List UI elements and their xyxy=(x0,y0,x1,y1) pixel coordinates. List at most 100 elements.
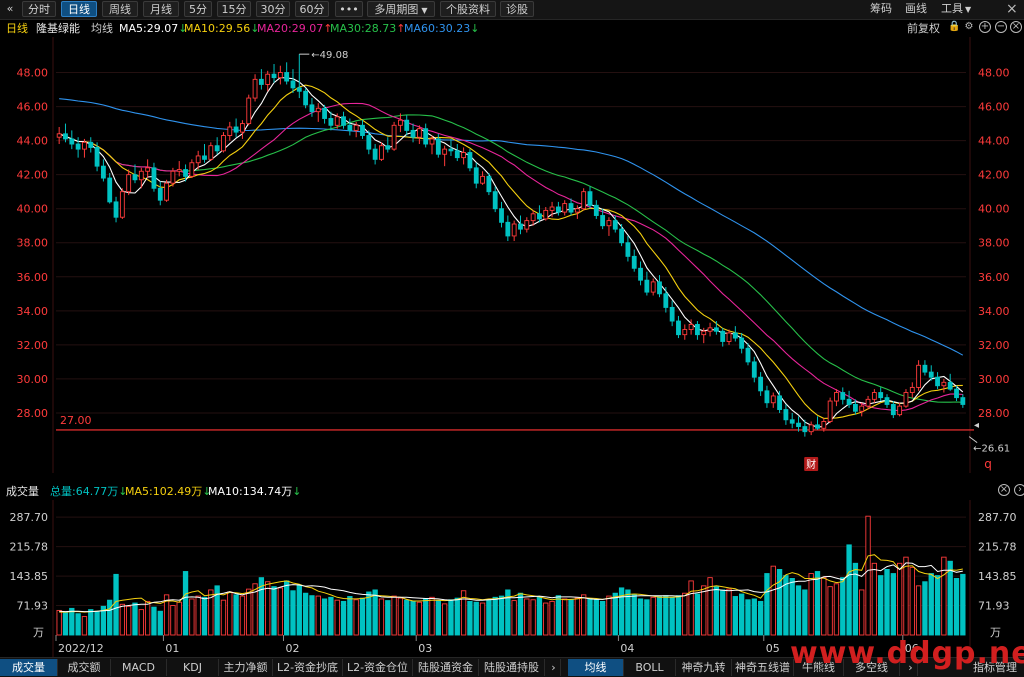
close-volume-icon[interactable]: × xyxy=(998,484,1010,496)
tab-magic-five[interactable]: 神奇五线谱 xyxy=(732,659,794,676)
price-tick-label-left: 30.00 xyxy=(17,373,49,386)
back-button[interactable]: « xyxy=(2,1,18,17)
avg-line-label[interactable]: 均线 xyxy=(91,20,113,37)
candle-body xyxy=(366,135,372,150)
top-toolbar: « 分时 日线 周线 月线 5分 15分 30分 60分 ••• 多周期图 ▼ 个… xyxy=(0,0,1024,20)
candle-body xyxy=(423,128,429,145)
candle-body xyxy=(63,133,68,140)
volume-bar xyxy=(915,585,922,636)
volume-bar xyxy=(176,601,182,636)
tools-menu[interactable]: 工具 ▼ xyxy=(941,1,971,17)
candle-body xyxy=(581,191,587,210)
volume-bar xyxy=(833,583,840,636)
volume-bar xyxy=(132,602,138,636)
volume-ma10-arrow: ↓ xyxy=(292,485,302,498)
volume-bar xyxy=(81,616,88,636)
volume-bar xyxy=(271,586,277,636)
more-icon[interactable]: › xyxy=(1014,484,1024,496)
period-daily-tab[interactable]: 日线 xyxy=(61,1,97,17)
period-minute-tab[interactable]: 分时 xyxy=(22,1,56,17)
candle-body xyxy=(688,323,694,331)
tab-ma-overlay[interactable]: 均线 xyxy=(568,659,624,676)
candle-body xyxy=(119,191,125,218)
chevron-down-icon: ▼ xyxy=(421,6,428,15)
candle-body xyxy=(562,203,568,213)
price-tick-label-right: 46.00 xyxy=(978,101,1010,114)
candle-body xyxy=(372,148,378,160)
candle-body xyxy=(789,419,795,424)
high-mark-label: ←49.08 xyxy=(311,50,348,61)
lock-icon[interactable]: 🔒 xyxy=(948,21,960,33)
volume-bar xyxy=(530,599,536,636)
volume-chart[interactable]: 287.70 287.70 215.78 215.78 143.85 143.85 71.9… xyxy=(0,500,1024,657)
volume-bar xyxy=(764,573,770,636)
tab-northbound-holdings[interactable]: 陆股通持股 xyxy=(479,659,545,676)
price-tick-label-left: 42.00 xyxy=(17,169,49,182)
tab-l2-position[interactable]: L2-资金仓位 xyxy=(343,659,413,676)
tab-magic-nine[interactable]: 神奇九转 xyxy=(676,659,732,676)
period-5min-tab[interactable]: 5分 xyxy=(184,1,212,17)
price-tick-label-right: 28.00 xyxy=(978,407,1010,420)
tab-turnover[interactable]: 成交额 xyxy=(58,659,111,676)
tab-volume[interactable]: 成交量 xyxy=(0,659,58,676)
close-icon[interactable]: × xyxy=(1006,1,1018,17)
period-weekly-tab[interactable]: 周线 xyxy=(102,1,138,17)
volume-bar xyxy=(568,599,574,636)
volume-bar xyxy=(467,600,473,636)
volume-bar xyxy=(138,609,144,636)
finance-marker-label: 财 xyxy=(806,458,816,471)
candle-body xyxy=(587,191,593,206)
zoom-in-icon[interactable]: + xyxy=(979,21,991,33)
period-monthly-tab[interactable]: 月线 xyxy=(143,1,179,17)
candle-body xyxy=(69,138,75,145)
volume-bar xyxy=(353,599,359,636)
multi-period-dropdown[interactable]: 多周期图 ▼ xyxy=(367,1,435,17)
volume-bar xyxy=(738,593,745,636)
candle-body xyxy=(233,126,239,133)
gear-icon[interactable]: ⚙ xyxy=(963,21,975,33)
tab-boll[interactable]: BOLL xyxy=(624,659,676,676)
price-tick-label-left: 28.00 xyxy=(17,407,49,420)
period-15min-tab[interactable]: 15分 xyxy=(217,1,251,17)
volume-bar xyxy=(802,589,808,636)
chips-button[interactable]: 筹码 xyxy=(870,1,892,17)
tab-l2-bottom-fishing[interactable]: L2-资金抄底 xyxy=(273,659,343,676)
tab-northbound-funds[interactable]: 陆股通资金 xyxy=(413,659,479,676)
candle-body xyxy=(732,332,738,339)
close-panel-icon[interactable]: × xyxy=(1010,21,1022,33)
volume-bar xyxy=(890,573,896,636)
candle-body xyxy=(435,138,441,155)
diagnose-button[interactable]: 诊股 xyxy=(500,1,534,17)
volume-bar xyxy=(896,562,903,636)
tab-macd[interactable]: MACD xyxy=(111,659,167,676)
volume-bar xyxy=(423,598,429,636)
stock-profile-button[interactable]: 个股资料 xyxy=(440,1,496,17)
candle-body xyxy=(695,323,700,336)
period-30min-tab[interactable]: 30分 xyxy=(256,1,290,17)
tab-kdj[interactable]: KDJ xyxy=(167,659,219,676)
ma30-line xyxy=(58,114,963,403)
candle-body xyxy=(303,90,309,106)
volume-bar xyxy=(454,597,460,636)
zoom-out-icon[interactable]: − xyxy=(995,21,1007,33)
volume-bar xyxy=(593,599,599,636)
volume-bar xyxy=(151,606,157,636)
volume-bar xyxy=(126,605,132,636)
draw-line-button[interactable]: 画线 xyxy=(905,1,927,17)
volume-bar xyxy=(827,586,833,636)
volume-bar xyxy=(884,569,890,636)
candle-body xyxy=(777,395,782,411)
price-chart[interactable]: 48.00 48.00 46.00 46.00 44.00 44.00 42.00 42.00… xyxy=(0,37,1024,475)
candle-body xyxy=(410,129,416,138)
volume-bar xyxy=(587,598,593,636)
more-periods-button[interactable]: ••• xyxy=(335,1,363,17)
price-tick-label-right: 34.00 xyxy=(978,305,1010,318)
period-60min-tab[interactable]: 60分 xyxy=(295,1,329,17)
volume-bar xyxy=(574,597,581,636)
volume-bar xyxy=(612,592,618,636)
tabs-scroll-right[interactable]: › xyxy=(547,659,561,676)
tab-main-net[interactable]: 主力净额 xyxy=(219,659,273,676)
volume-bar xyxy=(859,589,865,636)
restore-mode[interactable]: 前复权 xyxy=(907,20,940,37)
candle-body xyxy=(75,143,81,150)
